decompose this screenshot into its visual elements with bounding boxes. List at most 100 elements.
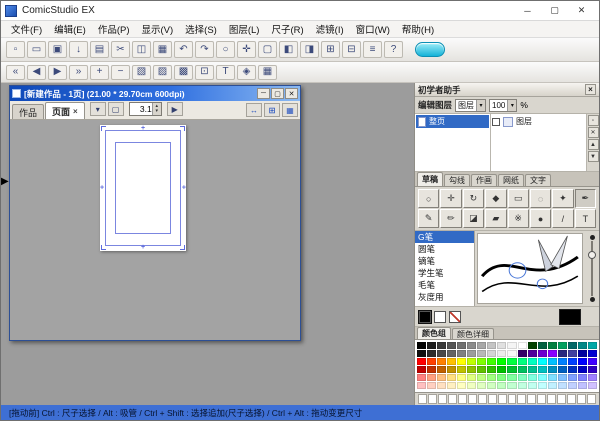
palette-color[interactable] (447, 366, 456, 373)
palette-color[interactable] (467, 382, 476, 389)
open-icon[interactable]: ▭ (27, 41, 46, 58)
palette-color[interactable] (538, 382, 547, 389)
palette-color[interactable] (447, 358, 456, 365)
custom-color-cell[interactable] (587, 394, 596, 404)
layer-type-dropdown[interactable]: 图层 ▾ (455, 99, 486, 112)
palette-color[interactable] (437, 374, 446, 381)
palette-color[interactable] (507, 358, 516, 365)
next-page-icon[interactable]: ▶ (48, 65, 67, 80)
menu-item-5[interactable]: 图层(L) (223, 22, 266, 36)
palette-color[interactable] (528, 358, 537, 365)
slider-handle[interactable] (588, 251, 596, 259)
white-ink-swatch[interactable] (434, 311, 446, 323)
last-page-icon[interactable]: » (69, 65, 88, 80)
beginner-assistant-button[interactable] (415, 42, 445, 57)
palette-color[interactable] (578, 350, 587, 357)
palette-color[interactable] (518, 350, 527, 357)
marker-tool-icon[interactable]: ✏ (440, 209, 461, 228)
undo-icon[interactable]: ↶ (174, 41, 193, 58)
palette-color[interactable] (528, 366, 537, 373)
custom-color-cell[interactable] (498, 394, 507, 404)
layers-panel-icon[interactable]: ▦ (258, 65, 277, 80)
palette-color[interactable] (548, 358, 557, 365)
palette-color[interactable] (487, 350, 496, 357)
next-view-icon[interactable]: ▶ (167, 102, 183, 116)
workflow-tab-4[interactable]: 文字 (525, 174, 551, 186)
custom-color-cell[interactable] (448, 394, 457, 404)
palette-color[interactable] (528, 342, 537, 349)
palette-color[interactable] (568, 342, 577, 349)
palette-color[interactable] (497, 374, 506, 381)
palette-color[interactable] (548, 366, 557, 373)
palette-color[interactable] (447, 382, 456, 389)
transparent-ink-swatch[interactable] (449, 311, 461, 323)
palette-color[interactable] (578, 374, 587, 381)
palette-color[interactable] (477, 342, 486, 349)
text-tool-icon[interactable]: T (216, 65, 235, 80)
first-page-icon[interactable]: « (6, 65, 25, 80)
palette-color[interactable] (568, 350, 577, 357)
workflow-tab-1[interactable]: 勾线 (444, 174, 470, 186)
pen-item-4[interactable]: 毛笔 (415, 279, 474, 291)
pen-size-slider[interactable] (585, 231, 599, 306)
palette-color[interactable] (477, 374, 486, 381)
layer-up-icon[interactable]: ▲ (588, 139, 599, 150)
palette-color[interactable] (457, 382, 466, 389)
pen-item-5[interactable]: 灰度用 (415, 291, 474, 303)
palette-color[interactable] (447, 374, 456, 381)
palette-color[interactable] (467, 358, 476, 365)
palette-color[interactable] (548, 350, 557, 357)
eraser-tool-icon[interactable]: ◪ (463, 209, 484, 228)
doc-minimize-button[interactable]: ─ (257, 88, 270, 99)
custom-color-cell[interactable] (428, 394, 437, 404)
palette-color[interactable] (558, 374, 567, 381)
palette-color[interactable] (497, 342, 506, 349)
palette-color[interactable] (588, 366, 597, 373)
palette-color[interactable] (437, 350, 446, 357)
story-view-icon[interactable]: ◧ (279, 41, 298, 58)
palette-color[interactable] (417, 342, 426, 349)
palette-color[interactable] (437, 366, 446, 373)
palette-color[interactable] (538, 342, 547, 349)
layer-visibility-checkbox[interactable] (492, 118, 500, 126)
custom-color-cell[interactable] (577, 394, 586, 404)
delete-page-icon[interactable]: − (111, 65, 130, 80)
menu-item-9[interactable]: 帮助(H) (396, 22, 440, 36)
palette-color[interactable] (518, 374, 527, 381)
workflow-tab-3[interactable]: 网纸 (498, 174, 524, 186)
custom-color-cell[interactable] (557, 394, 566, 404)
palette-color[interactable] (427, 374, 436, 381)
hand-tool-icon[interactable]: ✛ (440, 189, 461, 208)
palette-color[interactable] (477, 382, 486, 389)
page-menu-icon[interactable]: ▾ (90, 102, 106, 116)
palette-color[interactable] (467, 374, 476, 381)
object-tool-icon[interactable]: ◆ (485, 189, 506, 208)
palette-color[interactable] (477, 350, 486, 357)
page-view-icon[interactable]: ▢ (258, 41, 277, 58)
pan-tool-icon[interactable]: ✛ (237, 41, 256, 58)
print-icon[interactable]: ▤ (90, 41, 109, 58)
layer-down-icon[interactable]: ▼ (588, 151, 599, 162)
current-color-swatch[interactable] (559, 309, 581, 325)
palette-color[interactable] (558, 342, 567, 349)
doc-close-button[interactable]: ✕ (285, 88, 298, 99)
palette-color[interactable] (548, 374, 557, 381)
palette-color[interactable] (578, 342, 587, 349)
chevron-down-icon[interactable]: ▾ (476, 100, 485, 111)
palette-color[interactable] (568, 382, 577, 389)
palette-color[interactable] (518, 366, 527, 373)
palette-color[interactable] (528, 382, 537, 389)
palette-color[interactable] (417, 350, 426, 357)
palette-color[interactable] (427, 350, 436, 357)
tone-icon[interactable]: ▧ (132, 65, 151, 80)
palette-color[interactable] (578, 382, 587, 389)
left-panel-expander-icon[interactable]: ▶ (1, 177, 9, 187)
maximize-button[interactable]: ▢ (541, 2, 568, 20)
fit-page-icon[interactable]: ⊞ (264, 103, 280, 117)
palette-color[interactable] (457, 374, 466, 381)
palette-color[interactable] (437, 382, 446, 389)
line-tool-icon[interactable]: / (552, 209, 573, 228)
chevron-down-icon[interactable]: ▾ (507, 100, 516, 111)
custom-color-cell[interactable] (517, 394, 526, 404)
menu-item-6[interactable]: 尺子(R) (265, 22, 309, 36)
